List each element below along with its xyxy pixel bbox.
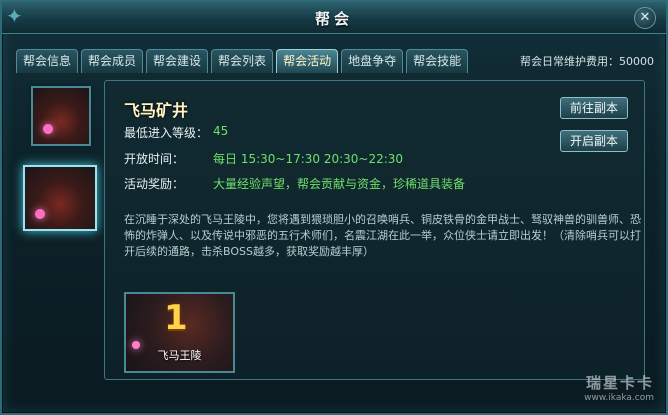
dungeon-card-caption: 飞马王陵 (157, 349, 202, 362)
dungeon-description: 在沉睡于深处的飞马王陵中，您将遇到猥琐胆小的召唤哨兵、铜皮铁骨的金甲战士、驽驭神… (124, 213, 641, 258)
dungeon-title: 飞马矿井 (124, 101, 189, 120)
watermark: 瑞星卡卡 www.ikaka.com (584, 372, 654, 403)
tab-guild-skills[interactable]: 帮会技能 (406, 49, 469, 73)
tab-bar: 帮会信息 帮会成员 帮会建设 帮会列表 帮会活动 地盘争夺 帮会技能 (16, 49, 469, 73)
close-button[interactable]: ✕ (634, 7, 656, 29)
go-to-dungeon-button[interactable]: 前往副本 (560, 97, 628, 119)
tab-territory-war[interactable]: 地盘争夺 (341, 49, 404, 73)
reward-label: 活动奖励： (124, 177, 185, 191)
window-title: 帮会 (314, 10, 353, 28)
watermark-brand: 瑞星卡卡 (585, 374, 654, 392)
tab-guild-list[interactable]: 帮会列表 (211, 49, 274, 73)
rank-number: 1 (164, 298, 188, 338)
open-dungeon-button[interactable]: 开启副本 (560, 130, 628, 152)
dungeon-card[interactable]: 1 飞马王陵 (124, 292, 235, 373)
activity-thumb[interactable] (31, 86, 91, 146)
open-time-label: 开放时间： (124, 152, 185, 166)
reward-value: 大量经验声望，帮会贡献与资金，珍稀道具装备 (213, 177, 466, 191)
min-level-row: 最低进入等级： 45 (124, 124, 228, 141)
watermark-url: www.ikaka.com (584, 393, 654, 403)
open-time-row: 开放时间： 每日 15:30~17:30 20:30~22:30 (124, 150, 403, 167)
min-level-value: 45 (213, 124, 229, 138)
maintenance-fee: 帮会日常维护费用：50000 (520, 55, 654, 68)
activity-list (17, 76, 105, 241)
reward-row: 活动奖励： 大量经验声望，帮会贡献与资金，珍稀道具装备 (124, 175, 465, 192)
tab-guild-building[interactable]: 帮会建设 (146, 49, 209, 73)
tab-guild-info[interactable]: 帮会信息 (16, 49, 79, 73)
activity-thumb-selected[interactable] (23, 165, 97, 231)
tab-guild-activities[interactable]: 帮会活动 (276, 49, 339, 73)
open-time-value: 每日 15:30~17:30 20:30~22:30 (213, 152, 404, 166)
min-level-label: 最低进入等级： (124, 126, 209, 140)
glow-icon (43, 124, 53, 134)
glow-icon (35, 209, 45, 219)
title-bar[interactable]: ✦ 帮会 ✕ (2, 2, 666, 34)
tab-guild-members[interactable]: 帮会成员 (81, 49, 144, 73)
close-icon: ✕ (639, 10, 651, 25)
